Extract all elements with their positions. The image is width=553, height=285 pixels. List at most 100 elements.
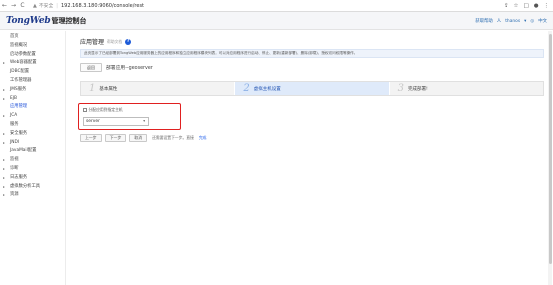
user-menu-caret-icon[interactable]: ▾ [524, 19, 526, 24]
browser-action-icons: ⇪ ☆ □ ● ⋮ [504, 0, 549, 12]
sidebar-item[interactable]: ▸ EJB [0, 95, 65, 104]
sidebar-item-label: JDBC配置 [10, 69, 30, 75]
sidebar-item[interactable]: ▸ 日志服务 [0, 174, 65, 183]
sidebar-item[interactable]: 工作管理器 [0, 77, 65, 86]
expand-arrow-icon[interactable]: ▸ [3, 183, 5, 192]
back-button[interactable]: 返回 [80, 63, 102, 72]
wizard-steps: 1 基本属性 2 虚拟主机设置 3 完成部署! [80, 81, 544, 96]
app-header: TongWeb 管理控制台 获取帮助 人 thanos ▾ ◎ 中文 [0, 12, 553, 30]
prev-step-button[interactable]: 上一步 [80, 134, 102, 142]
console-title: 管理控制台 [51, 16, 87, 25]
sidebar-item-label: 安全服务 [10, 130, 28, 136]
sidebar-item-label: 诊断 [10, 165, 19, 171]
sidebar-item[interactable]: 应用管理 [0, 103, 65, 112]
target-host-label-text: 分配应用到指定主机 [88, 107, 123, 112]
expand-arrow-icon[interactable]: ▸ [3, 95, 5, 104]
tongweb-logo: TongWeb [6, 15, 51, 26]
sidebar-item-label: EJB [10, 95, 17, 101]
expand-arrow-icon[interactable]: ▸ [3, 139, 5, 148]
sidebar-item[interactable]: ▸ Web容器配置 [0, 59, 65, 68]
insecure-label: 不安全 [38, 4, 54, 9]
help-icon[interactable]: ? [125, 38, 132, 45]
finish-link[interactable]: 完成 [199, 135, 207, 141]
back-row: 返回 部署应用--geoserver [80, 63, 153, 72]
wizard-actions: 上一步 下一步 取消 还需要设置下一步。直接 完成 [80, 134, 206, 142]
expand-arrow-icon[interactable]: ▸ [3, 59, 5, 68]
sidebar-item-label: 监视 [10, 157, 19, 163]
expand-arrow-icon[interactable]: ▸ [3, 86, 5, 95]
profile-icon[interactable]: ● [534, 3, 539, 9]
sidebar-item[interactable]: 首页 [0, 33, 65, 42]
bookmark-star-icon[interactable]: ☆ [514, 3, 519, 9]
sidebar-item[interactable]: 服务 [0, 121, 65, 130]
step-complete: 3 完成部署! [388, 82, 543, 95]
sidebar-item-label: 启动参数配置 [10, 51, 36, 57]
sidebar-nav: 首页 监视概况 启动参数配置 ▸ Web容器配置 JDBC配置 工作管理器 ▸ JMS服务 ▸ EJ… [0, 31, 66, 285]
user-icon: 人 [496, 19, 502, 24]
address-bar[interactable]: ▲ 不安全 | 192.168.3.180:9060/console/rest [33, 1, 144, 10]
help-doc-link[interactable]: 帮助文档 [107, 39, 122, 45]
header-links: 获取帮助 人 thanos ▾ ◎ 中文 [475, 12, 547, 30]
chevron-down-icon[interactable]: ▾ [143, 118, 145, 125]
sidebar-item[interactable]: ▸ JCA [0, 112, 65, 121]
step-number: 2 [243, 83, 250, 94]
menu-icon[interactable]: ⋮ [544, 3, 550, 9]
sidebar-item[interactable]: 启动参数配置 [0, 51, 65, 60]
sidebar-item-label: 工作管理器 [10, 77, 32, 83]
sidebar-item-label: 虚拟数分析工具 [10, 183, 41, 189]
sidebar-item-label: JNDI [10, 139, 20, 145]
checkbox-icon[interactable] [83, 108, 87, 112]
step-label: 虚拟主机设置 [253, 86, 281, 92]
host-select-value: server [86, 119, 100, 124]
step-number: 1 [89, 83, 96, 94]
sidebar-item[interactable]: ▸ JNDI [0, 139, 65, 148]
sidebar-item-label: 监视概况 [10, 42, 28, 48]
expand-arrow-icon[interactable]: ▸ [3, 174, 5, 183]
sidebar-item-label: 首页 [10, 34, 19, 39]
expand-arrow-icon[interactable]: ▸ [3, 112, 5, 121]
scrollbar-thumb[interactable] [548, 34, 552, 264]
sidebar-item[interactable]: ▸ 监视 [0, 156, 65, 165]
sidebar-item[interactable]: ▸ 诊断 [0, 165, 65, 174]
next-step-button[interactable]: 下一步 [104, 134, 127, 142]
user-menu[interactable]: thanos [505, 19, 520, 24]
expand-arrow-icon[interactable]: ▸ [3, 130, 5, 139]
sidebar-item-label: JCA [10, 113, 18, 119]
step-number: 3 [397, 83, 405, 94]
sidebar-item-label: 资源 [10, 192, 19, 198]
sidebar-item-label: JavaMail配置 [10, 148, 37, 154]
page-scrollbar[interactable] [548, 31, 552, 285]
sidebar-item[interactable]: 监视概况 [0, 42, 65, 51]
warning-icon: ▲ [33, 2, 37, 9]
sidebar-item-label: 服务 [10, 121, 19, 127]
sidebar-item[interactable]: JavaMail配置 [0, 147, 65, 156]
hint-text: 还需要设置下一步。直接 [152, 135, 194, 140]
step-virtual-host: 2 虚拟主机设置 [234, 82, 389, 95]
target-host-highlight: 分配应用到指定主机 server ▾ [78, 103, 181, 130]
reload-icon[interactable]: C [18, 0, 27, 12]
back-arrow-icon[interactable]: ← [0, 0, 9, 12]
forward-arrow-icon[interactable]: → [9, 0, 18, 12]
target-host-label: 分配应用到指定主机 [83, 107, 123, 113]
sidebar-item[interactable]: ▸ 虚拟数分析工具 [0, 183, 65, 192]
main-content: 应用管理 帮助文档 ? 此页显示了已经部署到TongWeb应用服务器上的应用程序… [72, 31, 547, 285]
help-link[interactable]: 获取帮助 [475, 18, 493, 24]
language-switch[interactable]: 中文 [538, 18, 547, 24]
share-icon[interactable]: ⇪ [504, 3, 509, 9]
expand-arrow-icon[interactable]: ▸ [3, 156, 5, 165]
sidebar-item[interactable]: JDBC配置 [0, 68, 65, 77]
cancel-button[interactable]: 取消 [129, 134, 148, 142]
sidebar-item-label: 应用管理 [10, 104, 28, 110]
step-label: 完成部署! [408, 86, 428, 92]
info-description: 此页显示了已经部署到TongWeb应用服务器上的应用程序和独立应用程序模块列表，… [80, 49, 544, 58]
expand-arrow-icon[interactable]: ▸ [3, 165, 5, 174]
expand-arrow-icon[interactable]: ▸ [3, 191, 5, 200]
sidebar-item[interactable]: ▸ 安全服务 [0, 130, 65, 139]
sidebar-item[interactable]: ▸ 资源 [0, 191, 65, 200]
step-basic-properties: 1 基本属性 [81, 82, 235, 95]
sidebar-item-label: Web容器配置 [10, 60, 37, 66]
sidebar-item[interactable]: ▸ JMS服务 [0, 86, 65, 95]
url-text[interactable]: 192.168.3.180:9060/console/rest [61, 3, 144, 9]
host-select[interactable]: server ▾ [83, 117, 149, 126]
tab-icon[interactable]: □ [523, 3, 528, 9]
